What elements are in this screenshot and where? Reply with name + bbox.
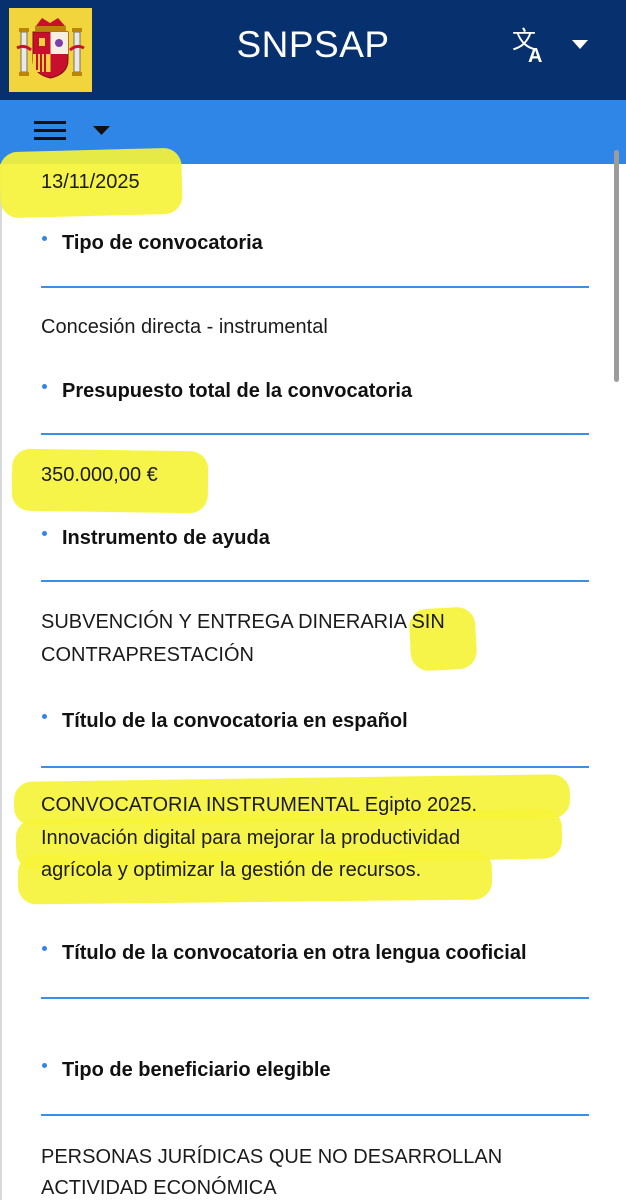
divider [41,580,589,582]
instrumento-label: Instrumento de ayuda [62,527,270,549]
translate-icon: 文 A [512,26,588,66]
detail-panel[interactable]: 13/11/2025 Tipo de convocatoria Concesió… [0,147,626,1200]
beneficiario-line2: ACTIVIDAD ECONÓMICA [41,1177,277,1199]
beneficiario-line1: PERSONAS JURÍDICAS QUE NO DESARROLLAN [41,1146,503,1168]
bullet-icon [42,946,47,951]
tipo-convocatoria-label: Tipo de convocatoria [62,232,263,254]
instrumento-value-line1: SUBVENCIÓN Y ENTREGA DINERARIA SIN [41,611,445,633]
bullet-icon [42,1063,47,1068]
publication-date: 13/11/2025 [41,171,140,193]
divider [41,1114,589,1116]
beneficiario-label: Tipo de beneficiario elegible [62,1059,331,1081]
caret-down-icon [93,126,110,135]
svg-text:A: A [528,45,542,66]
presupuesto-value: 350.000,00 € [41,464,158,486]
titulo-es-label: Título de la convocatoria en español [62,710,408,732]
instrumento-value-line2: CONTRAPRESTACIÓN [41,644,254,666]
presupuesto-label: Presupuesto total de la convocatoria [62,380,413,402]
titulo-es-line3: agrícola y optimizar la gestión de recur… [41,859,422,881]
language-selector-button[interactable]: 文 A [510,26,594,66]
bullet-icon [42,714,47,719]
tipo-convocatoria-value: Concesión directa - instrumental [41,316,328,338]
divider [41,433,589,435]
bullet-icon [42,384,47,389]
titulo-otra-lengua-label: Título de la convocatoria en otra lengua… [62,942,527,964]
bullet-icon [42,531,47,536]
hamburger-menu-icon [34,121,110,140]
titulo-es-line2: Innovación digital para mejorar la produ… [41,827,461,849]
bullet-icon [42,236,47,241]
divider [41,766,589,768]
top-app-bar: SNPSAP 文 A [0,0,626,100]
divider [41,997,589,999]
caret-down-icon [572,40,588,49]
scrollbar-thumb[interactable] [614,150,619,382]
main-menu-button[interactable] [34,116,116,148]
divider [41,286,589,288]
titulo-es-line1: CONVOCATORIA INSTRUMENTAL Egipto 2025. [41,794,478,816]
